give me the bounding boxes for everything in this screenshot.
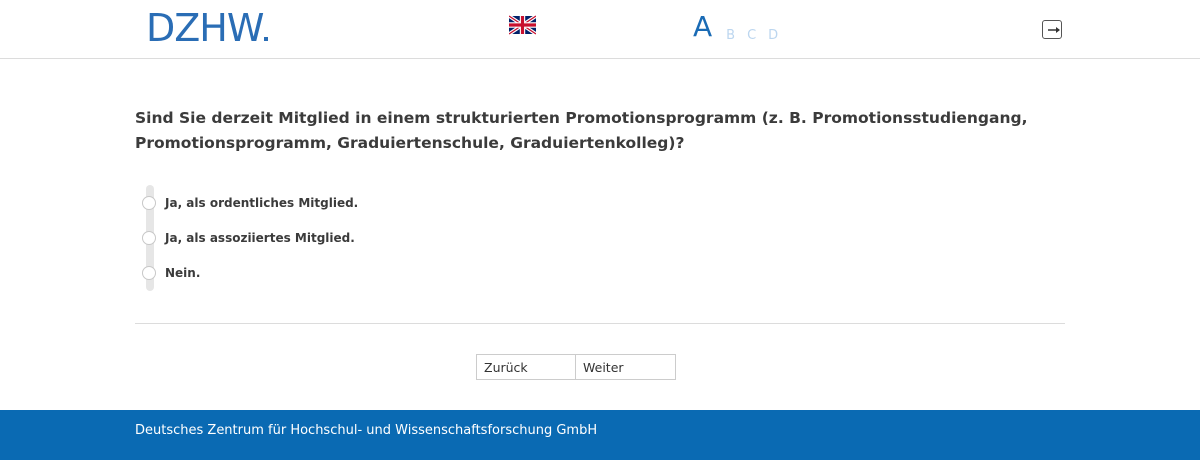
page-footer: Deutsches Zentrum für Hochschul- und Wis… [0,410,1200,460]
option-label: Ja, als ordentliches Mitglied. [165,196,359,210]
logo-text: DZHW [146,6,264,50]
question-text: Sind Sie derzeit Mitglied in einem struk… [135,109,1028,152]
back-button[interactable]: Zurück [476,354,576,380]
option-label: Nein. [165,266,201,280]
radio-button[interactable] [142,196,156,210]
footer-text: Deutsches Zentrum für Hochschul- und Wis… [135,423,598,438]
logo-dot [264,37,269,41]
step-a: A [693,10,713,43]
step-d: D [768,28,779,43]
option-assoziiert[interactable]: Ja, als assoziiertes Mitglied. [142,228,355,248]
progress-steps: ABCD [693,10,790,46]
exit-button[interactable] [1042,20,1062,39]
option-ordentlich[interactable]: Ja, als ordentliches Mitglied. [142,193,358,213]
radio-button[interactable] [142,231,156,245]
uk-flag-icon[interactable] [508,14,537,36]
step-b: B [726,28,736,43]
step-c: C [747,28,757,43]
exit-icon [1048,27,1060,33]
option-label: Ja, als assoziiertes Mitglied. [165,231,355,245]
navigation-buttons: Zurück Weiter [476,354,676,380]
divider [135,323,1065,324]
page-header: DZHW ABCD [0,0,1200,59]
radio-button[interactable] [142,266,156,280]
answer-options: Ja, als ordentliches Mitglied. Ja, als a… [142,185,542,293]
dzhw-logo: DZHW [146,6,269,50]
next-button[interactable]: Weiter [576,354,676,380]
option-nein[interactable]: Nein. [142,263,200,283]
